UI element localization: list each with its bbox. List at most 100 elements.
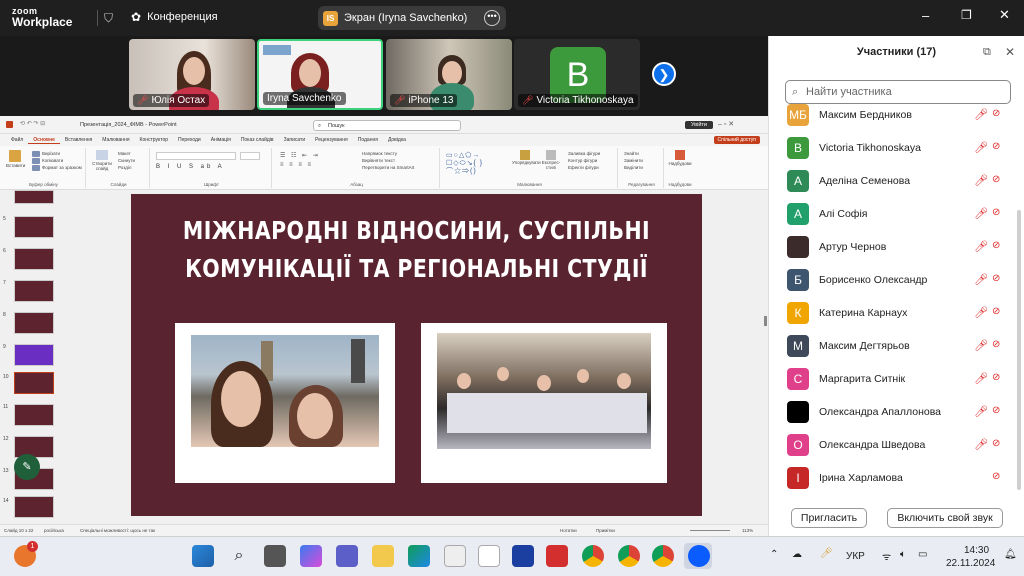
participant-row[interactable]: Артур Чернов 🎤︎ ⊘ <box>769 232 1017 265</box>
clock-time[interactable]: 14:30 <box>964 545 989 556</box>
participant-row[interactable]: К Катерина Карнаух 🎤︎ ⊘ <box>769 298 1017 331</box>
battery-icon[interactable]: ▭ <box>918 549 927 560</box>
close-icon[interactable]: ✕ <box>1005 45 1015 59</box>
notifications-bell-icon[interactable]: 🔔︎ <box>1004 549 1017 560</box>
quick-access-icons[interactable]: ⟲ ↶ ↷ ⊟ <box>20 120 45 127</box>
section-button[interactable]: Розділ <box>114 164 135 171</box>
share-button[interactable]: Спільний доступ <box>713 136 760 144</box>
chrome-icon[interactable] <box>652 545 674 567</box>
participant-row[interactable]: B Victoria Tikhonoskaya 🎤︎ ⊘ <box>769 133 1017 166</box>
slide-thumbnail[interactable] <box>14 496 54 518</box>
paste-button[interactable]: Вставити <box>6 150 25 168</box>
font-size-select[interactable] <box>240 152 260 160</box>
font-style-buttons[interactable]: B I U S ab A <box>156 164 225 170</box>
font-family-select[interactable] <box>156 152 236 160</box>
tab-draw[interactable]: Малювання <box>97 137 134 143</box>
shield-icon[interactable]: ⛉ <box>104 11 113 26</box>
tab-insert[interactable]: Вставлення <box>60 137 97 143</box>
shapes-gallery[interactable]: ▭○△⬠→ ☐◇⬭↘{ } ⌒☆⇒() <box>446 152 483 176</box>
tab-design[interactable]: Конструктор <box>135 137 174 143</box>
find-button[interactable]: Знайти <box>620 150 643 157</box>
mic-muted-icon[interactable]: 🎤︎ <box>974 207 988 220</box>
video-off-icon[interactable]: ⊘ <box>992 471 1000 482</box>
slide-canvas[interactable]: Міжнародні відносини, суспільні комуніка… <box>131 194 702 516</box>
screen-share-pill[interactable]: IS Экран (Iryna Savchenko) ••• <box>318 6 506 30</box>
slide-thumbnail[interactable] <box>14 280 54 302</box>
unmute-self-button[interactable]: Включить свой звук <box>887 508 1003 528</box>
video-off-icon[interactable]: ⊘ <box>992 108 1000 119</box>
tab-animations[interactable]: Анімація <box>206 137 236 143</box>
task-view-icon[interactable] <box>264 545 286 567</box>
file-explorer-icon[interactable] <box>372 545 394 567</box>
select-button[interactable]: Виділити <box>620 164 643 171</box>
tab-help[interactable]: Довідка <box>383 137 411 143</box>
chrome-icon[interactable] <box>582 545 604 567</box>
mic-muted-icon[interactable]: 🎤︎ <box>974 405 988 418</box>
edge-icon[interactable] <box>408 545 430 567</box>
align-text-button[interactable]: Вирівняти текст <box>358 157 414 164</box>
participant-row[interactable]: МБ Максим Бердников 🎤︎ ⊘ <box>769 100 1017 133</box>
ellipsis-icon[interactable]: ••• <box>484 10 500 26</box>
participant-row[interactable]: М Максим Дегтярьов 🎤︎ ⊘ <box>769 331 1017 364</box>
video-off-icon[interactable]: ⊘ <box>992 273 1000 284</box>
video-off-icon[interactable]: ⊘ <box>992 141 1000 152</box>
acrobat-icon[interactable] <box>546 545 568 567</box>
smartart-button[interactable]: Перетворити на SmartArt <box>358 164 414 171</box>
chevron-up-icon[interactable]: ⌃ <box>770 549 778 560</box>
microphone-icon[interactable]: 🎤︎ <box>820 548 833 559</box>
video-tile[interactable]: 🎤︎ Юлія Остах <box>129 39 255 110</box>
participant-row[interactable]: А Алі Софія 🎤︎ ⊘ <box>769 199 1017 232</box>
app-icon[interactable] <box>512 545 534 567</box>
tab-transitions[interactable]: Переходи <box>173 137 206 143</box>
start-menu-icon[interactable] <box>192 545 214 567</box>
mic-muted-icon[interactable]: 🎤︎ <box>974 108 988 121</box>
mic-muted-icon[interactable]: 🎤︎ <box>974 141 988 154</box>
slide-thumbnail[interactable] <box>14 248 54 270</box>
ppt-search-box[interactable]: ⌕ Пошук <box>313 120 461 131</box>
cloud-icon[interactable]: ☁ <box>792 549 802 560</box>
search-icon[interactable]: ⌕ <box>228 545 250 567</box>
video-off-icon[interactable]: ⊘ <box>992 306 1000 317</box>
language-indicator[interactable]: російська <box>44 528 64 533</box>
video-off-icon[interactable]: ⊘ <box>992 207 1000 218</box>
shape-outline-button[interactable]: Контур фігури <box>564 157 600 164</box>
video-tile[interactable]: B 🎤︎ Victoria Tikhonoskaya <box>514 39 640 110</box>
video-off-icon[interactable]: ⊘ <box>992 438 1000 449</box>
replace-button[interactable]: Замінити <box>620 157 643 164</box>
participant-row[interactable]: Б Борисенко Олександр 🎤︎ ⊘ <box>769 265 1017 298</box>
participant-row[interactable]: С Маргарита Ситнік 🎤︎ ⊘ <box>769 364 1017 397</box>
restore-icon[interactable]: ❐ <box>961 8 972 22</box>
video-tile-active-speaker[interactable]: Iryna Savchenko <box>257 39 383 110</box>
close-window-icon[interactable]: ✕ <box>999 7 1010 23</box>
slide-thumbnail[interactable] <box>14 404 54 426</box>
slide-thumbnail[interactable] <box>14 190 54 204</box>
popout-icon[interactable]: ⧉ <box>983 46 991 59</box>
participant-list-scrollbar[interactable] <box>1017 210 1021 490</box>
arrange-button[interactable]: Упорядкувати <box>512 150 541 165</box>
mic-muted-icon[interactable]: 🎤︎ <box>974 306 988 319</box>
volume-icon[interactable]: 🔈︎ <box>900 549 906 560</box>
next-page-button[interactable]: ❯ <box>652 62 676 86</box>
slide-thumbnail[interactable] <box>14 312 54 334</box>
sign-in-button[interactable]: Увійти <box>685 121 713 129</box>
language-indicator[interactable]: УКР <box>846 551 865 562</box>
mic-muted-icon[interactable]: 🎤︎ <box>974 339 988 352</box>
participant-row[interactable]: Олександра Апаллонова 🎤︎ ⊘ <box>769 397 1017 430</box>
video-off-icon[interactable]: ⊘ <box>992 339 1000 350</box>
comments-button[interactable]: Примітки <box>596 528 615 533</box>
notepad-icon[interactable] <box>478 545 500 567</box>
video-off-icon[interactable]: ⊘ <box>992 174 1000 185</box>
mic-muted-icon[interactable]: 🎤︎ <box>974 372 988 385</box>
tab-slideshow[interactable]: Показ слайдів <box>236 137 279 143</box>
copy-button[interactable]: Копіювати <box>28 157 82 164</box>
participant-row[interactable]: О Олександра Шведова 🎤︎ ⊘ <box>769 430 1017 463</box>
teams-icon[interactable] <box>336 545 358 567</box>
clock-date[interactable]: 22.11.2024 <box>946 558 995 569</box>
shape-effects-button[interactable]: Ефекти фігури <box>564 164 600 171</box>
video-off-icon[interactable]: ⊘ <box>992 240 1000 251</box>
accessibility-status[interactable]: Спеціальні можливості: щось не так <box>80 528 155 533</box>
zoom-icon[interactable] <box>688 545 710 567</box>
wifi-icon[interactable]: ᯤ <box>882 549 891 563</box>
notes-button[interactable]: Нотатки <box>560 528 577 533</box>
align-buttons[interactable]: ≡ ≡ ≡ ≡ <box>280 162 313 168</box>
